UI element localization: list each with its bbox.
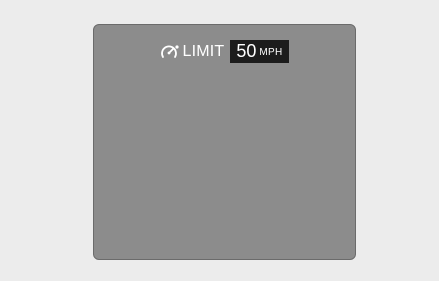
speed-limit-value: 50: [236, 41, 257, 61]
speed-limit-value-box: 50 MPH: [230, 40, 289, 63]
display-panel: LIMIT 50 MPH: [93, 24, 356, 260]
speed-limiter-gauge-icon: [161, 44, 180, 58]
limit-label-group: LIMIT: [160, 43, 224, 61]
limit-label: LIMIT: [182, 42, 225, 60]
speed-limit-indicator: LIMIT 50 MPH: [94, 40, 355, 63]
speed-unit: MPH: [259, 47, 283, 58]
